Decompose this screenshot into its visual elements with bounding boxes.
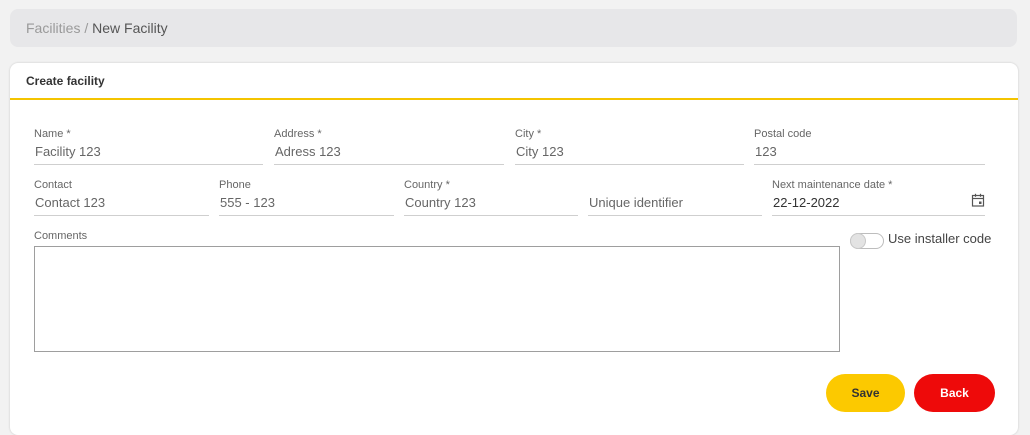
unique-identifier-input[interactable]: Unique identifier <box>588 192 762 216</box>
phone-field[interactable]: Phone 555 - 123 <box>219 178 394 216</box>
toggle-knob <box>850 233 866 249</box>
address-label: Address * <box>274 128 322 140</box>
breadcrumb: Facilities / New Facility <box>10 9 1017 47</box>
create-facility-card: Create facility Name * Facility 123 Addr… <box>10 63 1018 435</box>
name-input[interactable]: Facility 123 <box>34 141 263 165</box>
back-button[interactable]: Back <box>914 374 995 412</box>
unique-identifier-field[interactable]: Unique identifier <box>588 178 762 216</box>
card-title: Create facility <box>10 63 1018 100</box>
city-input[interactable]: City 123 <box>515 141 744 165</box>
calendar-icon[interactable] <box>971 193 985 207</box>
unique-identifier-label-spacer <box>588 178 762 192</box>
phone-label: Phone <box>219 179 251 191</box>
next-maintenance-input[interactable]: 22-12-2022 <box>772 192 985 216</box>
installer-code-toggle[interactable] <box>850 233 884 249</box>
name-label: Name * <box>34 128 71 140</box>
postal-code-label: Postal code <box>754 128 812 140</box>
city-field[interactable]: City * City 123 <box>515 127 744 165</box>
address-input[interactable]: Adress 123 <box>274 141 504 165</box>
name-field[interactable]: Name * Facility 123 <box>34 127 263 165</box>
save-button[interactable]: Save <box>826 374 905 412</box>
contact-label: Contact <box>34 179 72 191</box>
city-label: City * <box>515 128 542 140</box>
contact-input[interactable]: Contact 123 <box>34 192 209 216</box>
postal-code-field[interactable]: Postal code 123 <box>754 127 985 165</box>
breadcrumb-link-facilities[interactable]: Facilities <box>26 20 80 36</box>
contact-field[interactable]: Contact Contact 123 <box>34 178 209 216</box>
address-field[interactable]: Address * Adress 123 <box>274 127 504 165</box>
comments-label-wrap: Comments <box>34 229 334 243</box>
installer-code-label[interactable]: Use installer code <box>888 231 991 246</box>
next-maintenance-label: Next maintenance date * <box>772 179 893 191</box>
next-maintenance-field[interactable]: Next maintenance date * 22-12-2022 <box>772 178 985 216</box>
comments-textarea[interactable] <box>34 246 840 352</box>
phone-input[interactable]: 555 - 123 <box>219 192 394 216</box>
breadcrumb-separator: / <box>80 20 93 36</box>
postal-code-input[interactable]: 123 <box>754 141 985 165</box>
country-input[interactable]: Country 123 <box>404 192 578 216</box>
country-label: Country * <box>404 179 450 191</box>
country-field[interactable]: Country * Country 123 <box>404 178 578 216</box>
comments-label: Comments <box>34 230 88 242</box>
breadcrumb-current: New Facility <box>92 20 168 36</box>
